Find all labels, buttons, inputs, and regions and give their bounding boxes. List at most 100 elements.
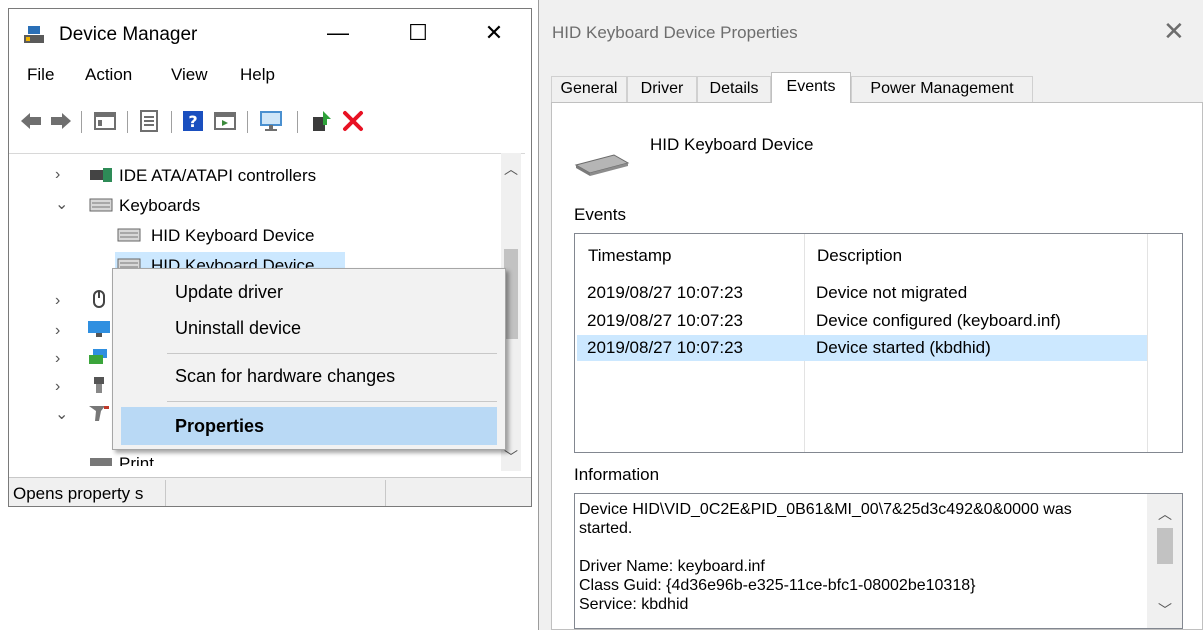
scroll-down-icon[interactable]: ﹀ [504, 447, 518, 467]
chevron-down-icon[interactable]: ⌄ [55, 404, 69, 423]
menu-item-label: Update driver [175, 282, 284, 302]
menu-item-label: Properties [175, 416, 265, 436]
scroll-thumb[interactable] [504, 249, 518, 339]
tab-events[interactable]: Events [771, 72, 851, 103]
dialog-title: HID Keyboard Device Properties [552, 23, 798, 42]
context-menu: Update driver Uninstall device Scan for … [112, 268, 506, 450]
information-scrollbar[interactable]: ︿ ﹀ [1147, 494, 1182, 628]
chevron-right-icon[interactable]: › [55, 350, 69, 367]
status-text: Opens property s [13, 484, 144, 503]
chevron-right-icon[interactable]: › [55, 292, 69, 309]
event-timestamp: 2019/08/27 10:07:23 [587, 283, 743, 302]
back-arrow-icon[interactable] [19, 109, 43, 133]
properties-dialog: HID Keyboard Device Properties ✕ General… [538, 0, 1203, 630]
info-line: Service: kbdhid [579, 596, 689, 613]
tree-item-keyboards[interactable]: ⌄ Keyboards [9, 192, 499, 218]
column-header-timestamp[interactable]: Timestamp [588, 246, 671, 266]
menu-help[interactable]: Help [240, 65, 275, 85]
info-line: Driver Name: keyboard.inf [579, 558, 765, 575]
chevron-right-icon[interactable]: › [55, 378, 69, 395]
tree-label: HID Keyboard Device [151, 226, 315, 245]
info-line [579, 538, 1141, 557]
run-view-icon[interactable] [213, 109, 237, 133]
scroll-down-icon[interactable]: ﹀ [1158, 600, 1172, 620]
dm-title-bar[interactable]: Device Manager — ☐ ✕ [9, 9, 531, 55]
information-label: Information [574, 465, 660, 484]
column-header-description[interactable]: Description [817, 246, 902, 266]
tree-label: IDE ATA/ATAPI controllers [119, 166, 317, 185]
chevron-right-icon[interactable]: › [55, 322, 69, 339]
keyboard-icon [117, 228, 141, 242]
menu-item-uninstall-device[interactable]: Uninstall device [121, 311, 497, 345]
menu-item-label: Uninstall device [175, 318, 302, 338]
event-row[interactable]: 2019/08/27 10:07:23 Device configured (k… [577, 308, 1147, 334]
menu-action[interactable]: Action [85, 65, 132, 85]
menu-item-label: Scan for hardware changes [175, 366, 396, 386]
information-text: Device HID\VID_0C2E&PID_0B61&MI_00\7&25d… [579, 500, 1141, 614]
mouse-icon [93, 290, 105, 308]
toolbar: ? [9, 101, 531, 141]
menu-item-scan-hardware[interactable]: Scan for hardware changes [121, 359, 497, 393]
scanner-gun-icon [89, 406, 109, 421]
events-list[interactable]: Timestamp Description 2019/08/27 10:07:2… [574, 233, 1183, 453]
menu-separator [167, 401, 497, 402]
update-driver-icon[interactable] [309, 109, 333, 133]
menu-view[interactable]: View [171, 65, 208, 85]
chevron-right-icon[interactable]: › [55, 166, 69, 183]
tree-item-ports[interactable]: › [9, 374, 119, 400]
scroll-up-icon[interactable]: ︿ [504, 159, 518, 179]
information-textbox[interactable]: Device HID\VID_0C2E&PID_0B61&MI_00\7&25d… [574, 493, 1183, 629]
tree-item-printers[interactable]: Print [9, 454, 209, 466]
tree-item-mice[interactable]: › [9, 288, 119, 314]
network-adapter-icon [89, 349, 107, 364]
tree-item-hid-keyboard-1[interactable]: HID Keyboard Device [9, 222, 499, 248]
close-button[interactable]: ✕ [471, 15, 517, 51]
event-row[interactable]: 2019/08/27 10:07:23 Device not migrated [577, 280, 1147, 306]
maximize-button[interactable]: ☐ [395, 15, 441, 51]
minimize-button[interactable]: — [315, 15, 361, 51]
tree-item-network[interactable]: › [9, 346, 119, 372]
info-line: started. [579, 520, 633, 537]
keyboard-category-icon [89, 198, 113, 212]
menu-file[interactable]: File [27, 65, 54, 85]
tree-item-monitors[interactable]: › [9, 318, 119, 344]
port-icon [94, 377, 104, 393]
device-view-icon[interactable] [93, 109, 117, 133]
tree-item-scanners[interactable]: ⌄ [9, 402, 119, 428]
forward-arrow-icon[interactable] [49, 109, 73, 133]
menu-item-update-driver[interactable]: Update driver [121, 275, 497, 309]
events-list-header: Timestamp Description [575, 234, 1182, 278]
event-timestamp: 2019/08/27 10:07:23 [587, 311, 743, 330]
delete-icon[interactable] [341, 109, 365, 133]
properties-sheet-icon[interactable] [137, 109, 161, 133]
ide-controller-icon [90, 168, 112, 182]
tab-details[interactable]: Details [697, 76, 771, 102]
events-tab-panel: HID Keyboard Device Events Timestamp Des… [551, 102, 1203, 630]
info-line: Device HID\VID_0C2E&PID_0B61&MI_00\7&25d… [579, 501, 1072, 518]
scroll-thumb[interactable] [1157, 528, 1173, 564]
monitor-icon[interactable] [259, 109, 283, 133]
events-label: Events [574, 205, 626, 224]
help-icon[interactable]: ? [181, 109, 205, 133]
status-bar: Opens property s [9, 477, 531, 506]
keyboard-device-icon [574, 154, 630, 176]
dm-window-title: Device Manager [59, 24, 198, 45]
scroll-up-icon[interactable]: ︿ [1158, 504, 1172, 524]
tree-label: Keyboards [119, 196, 201, 215]
event-row-selected[interactable]: 2019/08/27 10:07:23 Device started (kbdh… [577, 335, 1147, 361]
chevron-down-icon[interactable]: ⌄ [55, 194, 69, 213]
menu-item-properties[interactable]: Properties [121, 407, 497, 445]
svg-text:?: ? [188, 112, 197, 131]
tab-general[interactable]: General [551, 76, 627, 102]
device-name: HID Keyboard Device [650, 135, 814, 154]
event-description: Device not migrated [816, 283, 968, 302]
event-timestamp: 2019/08/27 10:07:23 [587, 338, 743, 357]
device-manager-app-icon [24, 26, 44, 43]
dialog-close-button[interactable]: ✕ [1163, 16, 1185, 47]
tab-driver[interactable]: Driver [627, 76, 697, 102]
tree-label: Print [119, 454, 154, 466]
event-description: Device started (kbdhid) [816, 338, 991, 357]
tab-power-management[interactable]: Power Management [851, 76, 1033, 102]
tree-item-ide[interactable]: › IDE ATA/ATAPI controllers [9, 162, 499, 188]
menu-separator [167, 353, 497, 354]
